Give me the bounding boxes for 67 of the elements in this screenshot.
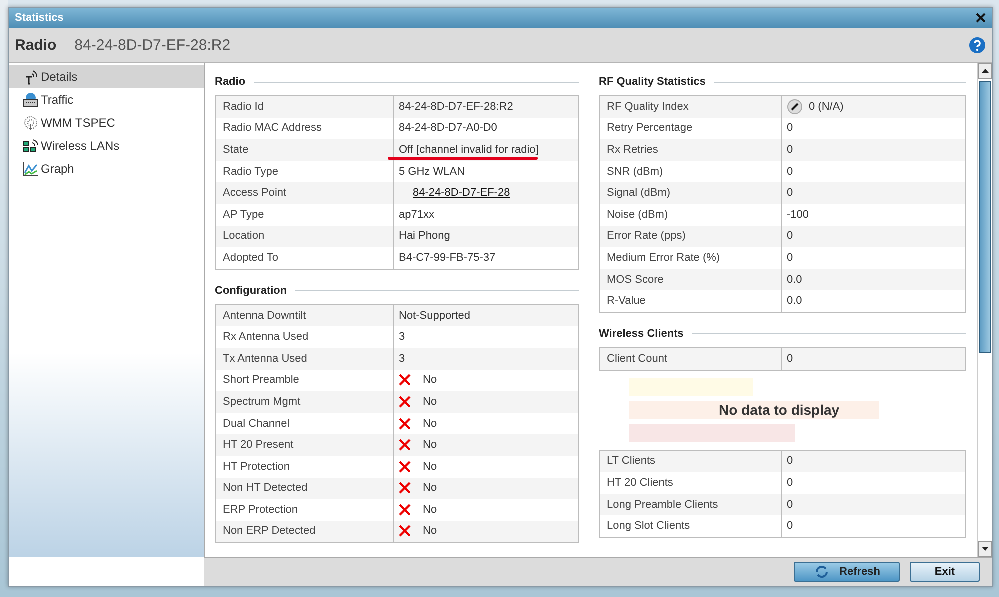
- header-label: Radio: [15, 36, 57, 54]
- table-value: 0: [787, 498, 794, 511]
- table-value: 3: [399, 352, 406, 365]
- table-value: 0: [787, 252, 794, 264]
- table-value: 0: [787, 166, 794, 178]
- table-value: 3: [399, 331, 406, 344]
- sidebar-item[interactable]: Traffic: [9, 88, 204, 111]
- scrollbar[interactable]: [977, 63, 992, 557]
- table-value: No: [423, 439, 438, 452]
- header-value: 84-24-8D-D7-EF-28:R2: [74, 36, 232, 54]
- table-value: Not-Supported: [399, 310, 471, 322]
- access-point-link[interactable]: 84-24-8D-D7-EF-28: [413, 187, 510, 200]
- line-graph-icon: [23, 160, 39, 176]
- sidebar-item[interactable]: Details: [9, 65, 204, 88]
- table-value: No: [423, 482, 438, 494]
- scroll-thumb[interactable]: [979, 81, 991, 353]
- table-value: 0: [787, 520, 794, 532]
- empty-chart-message: No data to display: [719, 402, 840, 418]
- table-value: 0: [787, 144, 794, 156]
- table-value: Off [channel invalid for radio]: [399, 144, 539, 156]
- table-value: 84-24-8D-D7-A0-D0: [399, 122, 498, 134]
- antenna-icon: [23, 68, 39, 84]
- refresh-button[interactable]: Refresh: [794, 562, 900, 582]
- table-value: 0: [787, 187, 794, 200]
- table-value: 0: [787, 230, 794, 242]
- exit-button[interactable]: Exit: [910, 562, 980, 582]
- section-title: Configuration: [215, 284, 288, 297]
- up-arrow-icon[interactable]: [982, 69, 988, 73]
- sidebar-item[interactable]: Graph: [9, 157, 204, 180]
- sidebar-item[interactable]: WMM TSPEC: [9, 111, 204, 134]
- table-value: No: [423, 396, 438, 408]
- wireless-icon: [23, 114, 39, 130]
- section-title: Wireless Clients: [599, 328, 684, 340]
- help-icon[interactable]: [969, 36, 986, 54]
- table-value: 0.0: [787, 274, 802, 286]
- monitor-icon: [23, 92, 39, 108]
- table-value: 0: [787, 352, 794, 365]
- table-value: No: [423, 525, 438, 538]
- table-value: 5 GHz WLAN: [399, 166, 466, 178]
- section-title: RF Quality Statistics: [599, 76, 706, 88]
- table-value: Hai Phong: [399, 230, 450, 242]
- window-title: Statistics: [15, 12, 64, 24]
- sidebar-item[interactable]: Wireless LANs: [9, 134, 204, 157]
- network-icon: [23, 138, 39, 154]
- table-label: Long Slot Clients: [600, 515, 782, 537]
- table-value: No: [423, 504, 438, 516]
- table-value: 0.0: [787, 295, 802, 308]
- down-arrow-icon[interactable]: [982, 547, 988, 551]
- table-value: No: [423, 374, 438, 386]
- table-value: No: [423, 460, 438, 473]
- table-value: No: [423, 418, 438, 430]
- table-value: 0: [787, 455, 794, 468]
- table-value: ap71xx: [399, 208, 434, 221]
- table-label: Client Count: [600, 348, 782, 370]
- table-label: Non ERP Detected: [216, 520, 394, 542]
- table-value: 0 (N/A): [809, 100, 844, 113]
- close-icon[interactable]: [976, 13, 986, 23]
- refresh-icon: [814, 565, 830, 579]
- table-value: 0: [787, 476, 794, 489]
- table-value: 84-24-8D-D7-EF-28:R2: [399, 100, 514, 113]
- table-label: R-Value: [600, 290, 782, 312]
- table-value: 0: [787, 122, 794, 134]
- table-value: B4-C7-99-FB-75-37: [399, 252, 496, 264]
- table-label: Adopted To: [216, 247, 394, 269]
- table-value: -100: [787, 208, 810, 221]
- section-title: Radio: [215, 76, 246, 88]
- gauge-icon: [787, 98, 803, 115]
